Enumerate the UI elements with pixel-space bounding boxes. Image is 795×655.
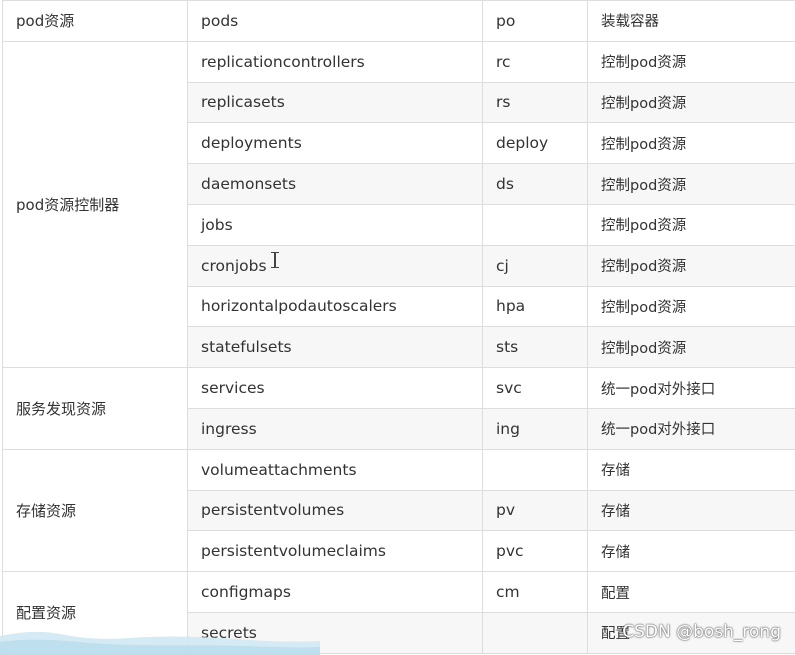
- table-row: 存储资源 volumeattachments 存储: [2, 448, 795, 573]
- resource-name-cell: replicationcontrollers: [187, 40, 483, 83]
- category-cell: pod资源: [2, 0, 188, 42]
- resource-name-cell: configmaps: [187, 571, 483, 613]
- resource-table: pod资源 pods po 装载容器 pod资源控制器 replicationc…: [2, 0, 795, 654]
- table-row: 服务发现资源 services svc 统一pod对外接口: [2, 367, 795, 450]
- resource-name-cell: jobs: [187, 203, 483, 246]
- resource-name-cell: deployments: [187, 122, 483, 165]
- short-name-cell: [482, 611, 588, 654]
- short-name-cell: [482, 448, 588, 491]
- description-cell: 控制pod资源: [587, 81, 795, 124]
- short-name-cell: cm: [482, 571, 588, 613]
- short-name-cell: ds: [482, 163, 588, 205]
- description-cell: 存储: [587, 448, 795, 491]
- wave-decoration: [0, 631, 320, 655]
- short-name-cell: po: [482, 0, 588, 42]
- description-cell: 控制pod资源: [587, 285, 795, 328]
- resource-name-cell: cronjobs: [187, 244, 483, 287]
- resource-name-cell: statefulsets: [187, 326, 483, 369]
- description-cell: 控制pod资源: [587, 244, 795, 287]
- short-name-cell: rc: [482, 40, 588, 83]
- resource-name-cell: services: [187, 367, 483, 409]
- description-cell: 配置: [587, 571, 795, 613]
- description-cell: 存储: [587, 489, 795, 532]
- category-cell: pod资源控制器: [2, 40, 188, 369]
- short-name-cell: deploy: [482, 122, 588, 165]
- resource-name-cell: pods: [187, 0, 483, 42]
- table-row: pod资源 pods po 装载容器: [2, 0, 795, 42]
- resource-name-cell: horizontalpodautoscalers: [187, 285, 483, 328]
- short-name-cell: hpa: [482, 285, 588, 328]
- short-name-cell: [482, 203, 588, 246]
- description-cell: 控制pod资源: [587, 40, 795, 83]
- table-row: 配置资源 configmaps cm 配置: [2, 571, 795, 654]
- resource-name-cell: persistentvolumes: [187, 489, 483, 532]
- short-name-cell: sts: [482, 326, 588, 369]
- description-cell: 控制pod资源: [587, 326, 795, 369]
- description-cell: 存储: [587, 530, 795, 573]
- text-cursor-icon: [271, 252, 279, 268]
- table-row: pod资源控制器 replicationcontrollers rc 控制pod…: [2, 40, 795, 369]
- description-cell: 统一pod对外接口: [587, 367, 795, 409]
- description-cell: 控制pod资源: [587, 163, 795, 205]
- short-name-cell: rs: [482, 81, 588, 124]
- description-cell: 控制pod资源: [587, 203, 795, 246]
- description-cell: 控制pod资源: [587, 122, 795, 165]
- category-cell: 服务发现资源: [2, 367, 188, 450]
- resource-name-cell: replicasets: [187, 81, 483, 124]
- short-name-cell: cj: [482, 244, 588, 287]
- short-name-cell: pv: [482, 489, 588, 532]
- resource-name-cell: daemonsets: [187, 163, 483, 205]
- resource-name-cell: ingress: [187, 407, 483, 450]
- description-cell: 装载容器: [587, 0, 795, 42]
- short-name-cell: ing: [482, 407, 588, 450]
- resource-name-cell: persistentvolumeclaims: [187, 530, 483, 573]
- watermark: CSDN @bosh_rong: [622, 622, 781, 642]
- short-name-cell: svc: [482, 367, 588, 409]
- short-name-cell: pvc: [482, 530, 588, 573]
- resource-name-cell: volumeattachments: [187, 448, 483, 491]
- category-cell: 存储资源: [2, 448, 188, 573]
- description-cell: 统一pod对外接口: [587, 407, 795, 450]
